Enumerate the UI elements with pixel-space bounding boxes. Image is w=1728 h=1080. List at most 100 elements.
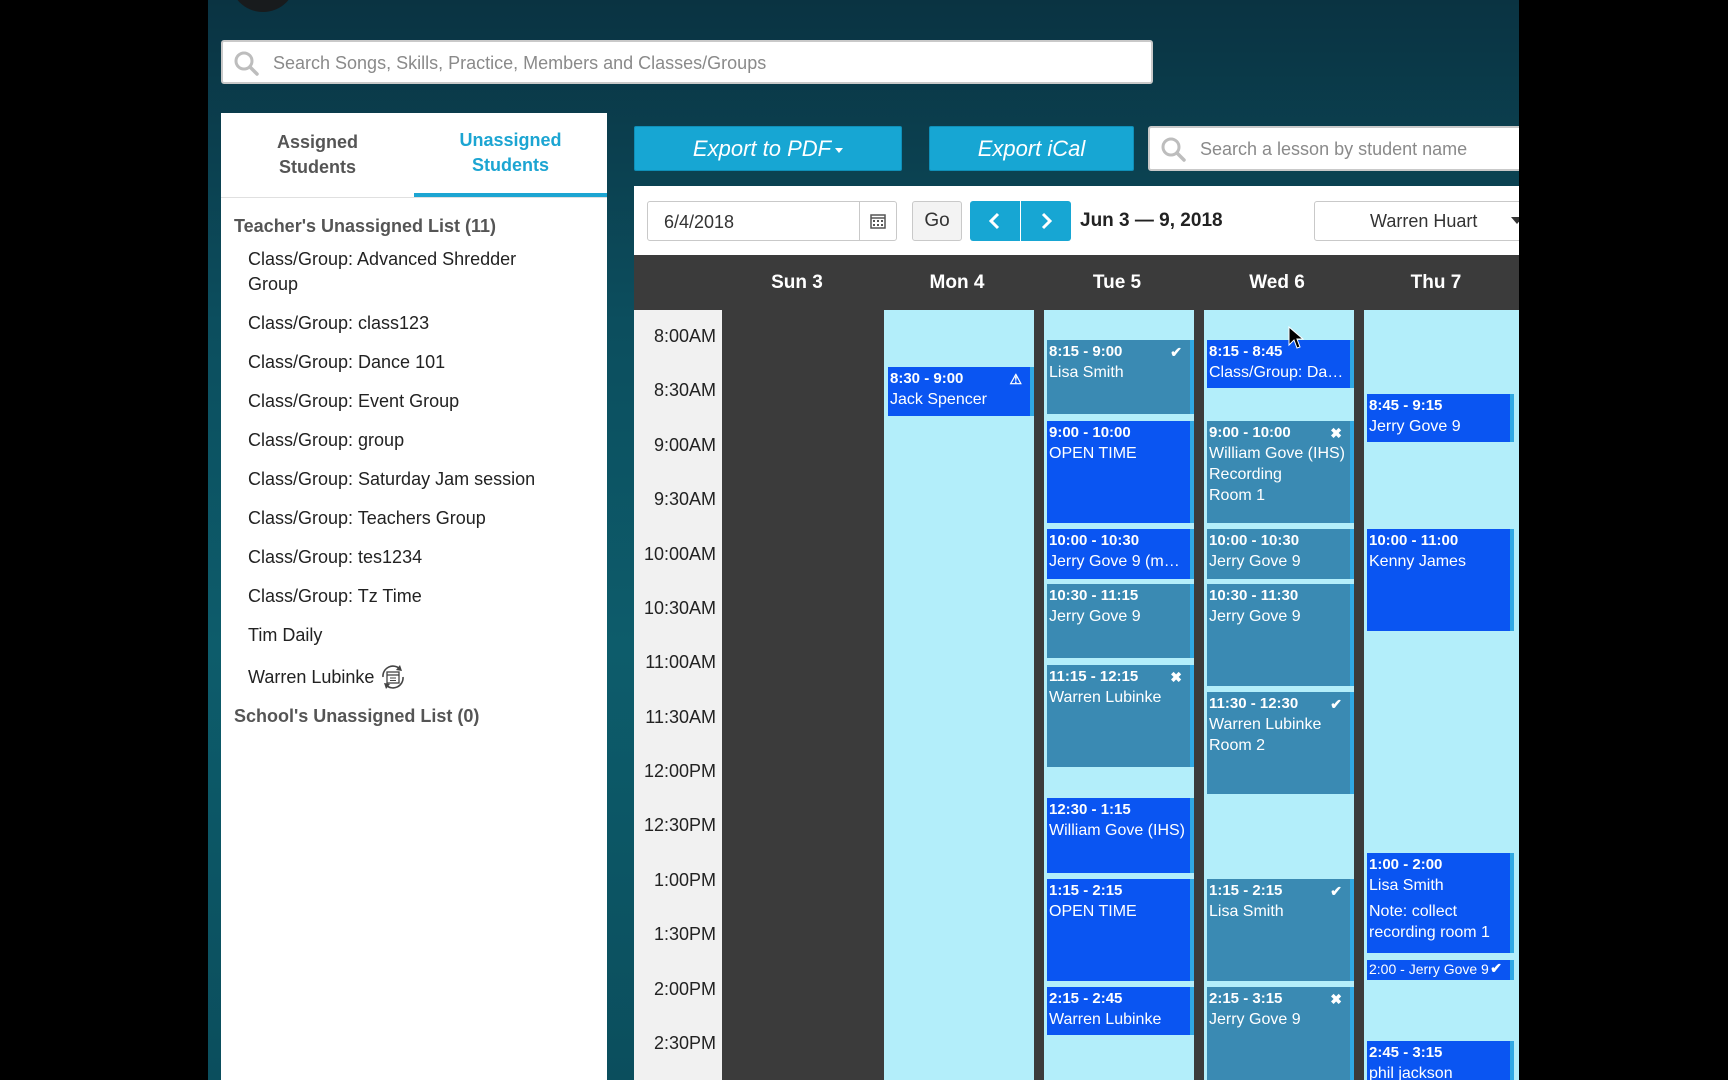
students-panel: Assigned Students Unassigned Students Te… xyxy=(221,113,607,1080)
list-item[interactable]: Warren Lubinke xyxy=(221,662,607,692)
prev-week-button[interactable] xyxy=(970,201,1020,241)
lesson-event[interactable]: 10:30 - 11:15 Jerry Gove 9 xyxy=(1047,584,1194,658)
lesson-event[interactable]: 9:00 - 10:00 OPEN TIME xyxy=(1047,421,1194,523)
date-input[interactable] xyxy=(662,202,856,242)
list-item-label: Class/Group: Teachers Group xyxy=(248,508,486,528)
lesson-event[interactable]: 10:30 - 11:30 Jerry Gove 9 xyxy=(1207,584,1354,686)
list-item[interactable]: Class/Group: Event Group xyxy=(221,389,607,414)
lesson-event[interactable]: 10:00 - 10:30 Jerry Gove 9 xyxy=(1207,529,1354,579)
lesson-event[interactable]: 9:00 - 10:00 William Gove (IHS) Recordin… xyxy=(1207,421,1354,523)
event-note: Room 2 xyxy=(1209,737,1266,754)
caret-down-icon xyxy=(835,148,844,153)
global-search-bar[interactable] xyxy=(221,40,1153,84)
day-column-sun[interactable] xyxy=(722,310,872,1080)
teacher-unassigned-list: Class/Group: Advanced Shredder Group Cla… xyxy=(221,247,607,692)
list-item[interactable]: Class/Group: Advanced Shredder Group xyxy=(221,247,607,297)
calendar-picker-button[interactable] xyxy=(859,202,896,240)
student-tabs: Assigned Students Unassigned Students xyxy=(221,113,607,198)
list-item-label: Class/Group: Event Group xyxy=(248,391,460,411)
list-item[interactable]: Tim Daily xyxy=(221,623,607,648)
time-label: 12:30PM xyxy=(643,815,716,835)
date-field[interactable] xyxy=(647,201,897,242)
global-search-input[interactable] xyxy=(271,42,1135,84)
day-header-tue: Tue 5 xyxy=(1092,272,1142,293)
calendar-grid: 8:00AM 8:30AM 9:00AM 9:30AM 10:00AM 10:3… xyxy=(634,310,1519,1080)
event-title: phil jackson xyxy=(1369,1065,1453,1080)
close-icon: ✖ xyxy=(1330,991,1342,1007)
week-range-label: Jun 3 — 9, 2018 xyxy=(1080,210,1223,231)
export-pdf-button[interactable]: Export to PDF xyxy=(634,126,902,171)
calendar: Go Jun 3 — 9, 2018 Warren Huart Sun 3 Mo… xyxy=(634,186,1519,1080)
lesson-event[interactable]: 2:00 - Jerry Gove 9 ✔ xyxy=(1367,960,1514,980)
avatar[interactable] xyxy=(230,0,296,12)
lesson-event[interactable]: 11:15 - 12:15 Warren Lubinke ✖ xyxy=(1047,665,1194,767)
lesson-event[interactable]: 12:30 - 1:15 William Gove (IHS) xyxy=(1047,798,1194,873)
list-item[interactable]: Class/Group: Teachers Group xyxy=(221,506,607,531)
next-week-button[interactable] xyxy=(1021,201,1071,241)
list-item-label: Class/Group: class123 xyxy=(248,313,430,333)
event-title: Kenny James xyxy=(1369,553,1466,570)
list-item-label: Class/Group: Tz Time xyxy=(248,586,422,606)
tab-unassigned-students[interactable]: Unassigned Students xyxy=(414,113,607,197)
lesson-event[interactable]: 2:15 - 2:45 Warren Lubinke xyxy=(1047,987,1194,1035)
recurring-calendar-icon[interactable] xyxy=(378,662,408,692)
event-note: Recording xyxy=(1209,466,1282,483)
caret-down-icon xyxy=(1511,217,1519,224)
calendar-icon xyxy=(870,214,886,229)
lesson-event[interactable]: 1:15 - 2:15 OPEN TIME xyxy=(1047,879,1194,981)
search-icon xyxy=(234,51,259,76)
event-title: William Gove (IHS) xyxy=(1209,445,1346,462)
event-title: Lisa Smith xyxy=(1209,903,1284,920)
lesson-event[interactable]: 11:30 - 12:30 Warren Lubinke Room 2 ✔ xyxy=(1207,692,1354,794)
calendar-toolbar: Go Jun 3 — 9, 2018 Warren Huart xyxy=(634,186,1519,255)
list-item[interactable]: Class/Group: tes1234 xyxy=(221,545,607,570)
event-time: 9:00 - 10:00 xyxy=(1049,424,1131,441)
event-time: 10:00 - 10:30 xyxy=(1209,532,1300,549)
event-note: Note: collect recording room 1 xyxy=(1369,903,1490,941)
event-time: 11:30 - 12:30 xyxy=(1209,695,1299,712)
day-column-mon[interactable] xyxy=(884,310,1034,1080)
teacher-select[interactable]: Warren Huart xyxy=(1314,201,1519,241)
time-label: 2:30PM xyxy=(653,1033,716,1053)
event-title: William Gove (IHS) xyxy=(1049,822,1186,839)
time-label: 12:00PM xyxy=(643,761,716,781)
lesson-event[interactable]: 10:00 - 11:00 Kenny James xyxy=(1367,529,1514,631)
lesson-event[interactable]: 8:15 - 9:00 Lisa Smith ✔ xyxy=(1047,340,1194,414)
list-item[interactable]: Class/Group: Dance 101 xyxy=(221,350,607,375)
event-title: Jerry Gove 9 (ma… xyxy=(1049,553,1188,570)
event-time: 2:15 - 3:15 xyxy=(1209,990,1283,1007)
lesson-search-bar[interactable] xyxy=(1148,126,1519,171)
event-time: 8:30 - 9:00 xyxy=(890,370,964,387)
event-time: 11:15 - 12:15 xyxy=(1049,668,1139,685)
lesson-event[interactable]: 8:15 - 8:45 Class/Group: Da… xyxy=(1207,340,1354,388)
lesson-event[interactable]: 10:00 - 10:30 Jerry Gove 9 (ma… xyxy=(1047,529,1194,579)
list-item[interactable]: Class/Group: Tz Time xyxy=(221,584,607,609)
go-label: Go xyxy=(924,210,950,231)
event-title: OPEN TIME xyxy=(1049,903,1137,920)
list-item-label: Tim Daily xyxy=(248,625,323,645)
lesson-event[interactable]: 8:45 - 9:15 Jerry Gove 9 xyxy=(1367,394,1514,442)
event-title: Jack Spencer xyxy=(890,391,987,408)
mouse-cursor-icon xyxy=(1288,326,1304,349)
list-item[interactable]: Class/Group: class123 xyxy=(221,311,607,336)
export-ical-label: Export iCal xyxy=(977,135,1086,161)
check-icon: ✔ xyxy=(1330,696,1342,712)
export-ical-button[interactable]: Export iCal xyxy=(929,126,1134,171)
lesson-search-input[interactable] xyxy=(1198,128,1519,171)
lesson-event[interactable]: 8:30 - 9:00 Jack Spencer ⚠ xyxy=(888,367,1034,416)
lesson-event[interactable]: 1:15 - 2:15 Lisa Smith ✔ xyxy=(1207,879,1354,981)
tab-assigned-students[interactable]: Assigned Students xyxy=(221,113,414,197)
go-button[interactable]: Go xyxy=(912,201,962,241)
list-item[interactable]: Class/Group: group xyxy=(221,428,607,453)
export-pdf-label: Export to PDF xyxy=(692,135,832,161)
lesson-event[interactable]: 1:00 - 2:00 Lisa Smith Note: collect rec… xyxy=(1367,853,1514,953)
lesson-event[interactable]: 2:45 - 3:15 phil jackson xyxy=(1367,1041,1514,1080)
day-header-mon: Mon 4 xyxy=(929,272,985,293)
event-title: Warren Lubinke xyxy=(1049,689,1162,706)
time-label: 2:00PM xyxy=(653,979,716,999)
event-time: 2:00 - xyxy=(1369,961,1405,977)
event-time: 9:00 - 10:00 xyxy=(1209,424,1291,441)
event-title: Lisa Smith xyxy=(1369,877,1444,894)
lesson-event[interactable]: 2:15 - 3:15 Jerry Gove 9 ✖ xyxy=(1207,987,1354,1080)
list-item[interactable]: Class/Group: Saturday Jam session xyxy=(221,467,607,492)
